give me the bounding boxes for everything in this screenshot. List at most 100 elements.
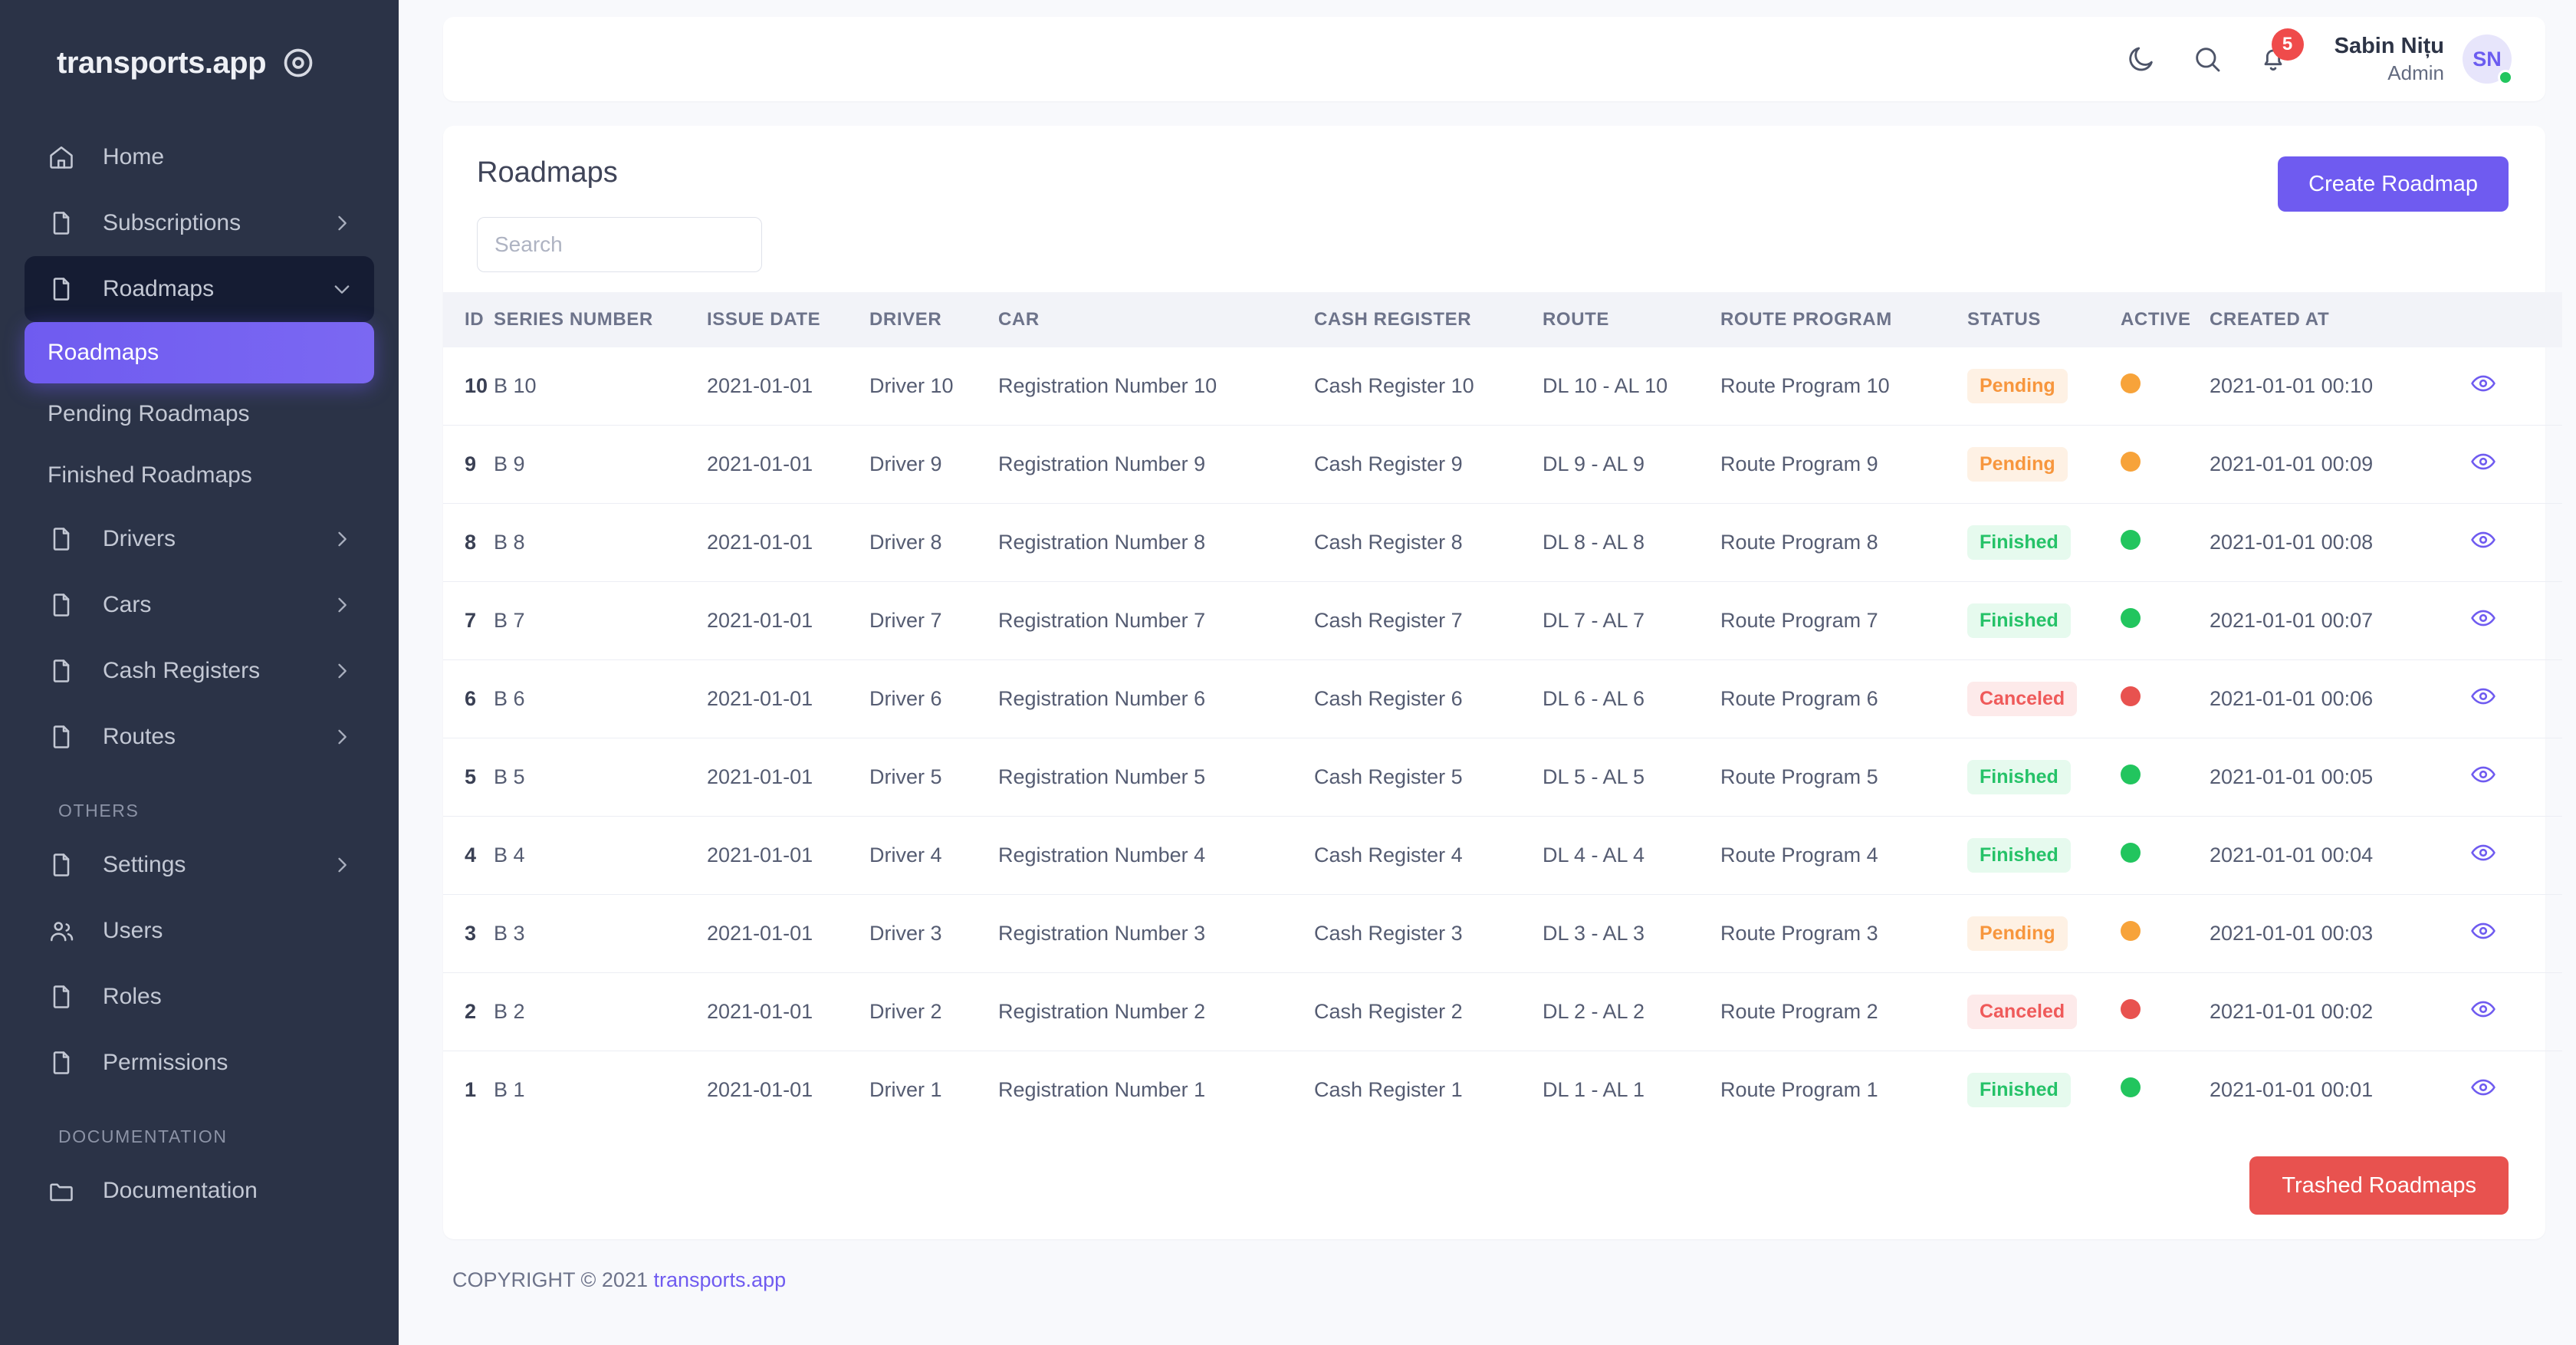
eye-icon[interactable] xyxy=(2470,527,2496,553)
user-name: Sabin Nițu xyxy=(2334,32,2444,61)
sidebar-item-roles[interactable]: Roles xyxy=(25,964,374,1030)
status-badge: Finished xyxy=(1967,760,2071,794)
table-row[interactable]: 2B 22021-01-01Driver 2Registration Numbe… xyxy=(443,973,2562,1051)
user-menu[interactable]: Sabin Nițu Admin SN xyxy=(2334,32,2512,86)
file-icon xyxy=(46,209,77,237)
chevron-right-icon xyxy=(331,528,353,550)
eye-icon[interactable] xyxy=(2470,840,2496,866)
cell-car: Registration Number 8 xyxy=(998,504,1314,582)
sidebar-item-documentation[interactable]: Documentation xyxy=(25,1158,374,1224)
cell-created-at: 2021-01-01 00:05 xyxy=(2210,738,2470,817)
column-header-car: CAR xyxy=(998,292,1314,347)
active-indicator-dot xyxy=(2121,765,2141,784)
table-row[interactable]: 5B 52021-01-01Driver 5Registration Numbe… xyxy=(443,738,2562,817)
sidebar: transports.app HomeSubscriptionsRoadmaps… xyxy=(0,0,399,1345)
create-roadmap-button[interactable]: Create Roadmap xyxy=(2278,156,2509,212)
sidebar-item-home[interactable]: Home xyxy=(25,124,374,190)
cell-cash-register: Cash Register 9 xyxy=(1314,426,1543,504)
sidebar-item-drivers[interactable]: Drivers xyxy=(25,506,374,572)
active-indicator-dot xyxy=(2121,530,2141,550)
column-header-active: ACTIVE xyxy=(2121,292,2210,347)
table-row[interactable]: 9B 92021-01-01Driver 9Registration Numbe… xyxy=(443,426,2562,504)
cell-route-program: Route Program 3 xyxy=(1720,895,1967,973)
eye-icon[interactable] xyxy=(2470,370,2496,396)
cell-actions xyxy=(2470,895,2562,973)
search-input[interactable] xyxy=(477,217,762,272)
table-row[interactable]: 1B 12021-01-01Driver 1Registration Numbe… xyxy=(443,1051,2562,1130)
cell-driver: Driver 10 xyxy=(869,347,998,426)
cell-id: 4 xyxy=(443,817,494,895)
cell-status: Pending xyxy=(1967,426,2121,504)
table-row[interactable]: 10B 102021-01-01Driver 10Registration Nu… xyxy=(443,347,2562,426)
table-row[interactable]: 8B 82021-01-01Driver 8Registration Numbe… xyxy=(443,504,2562,582)
sidebar-item-label: Cash Registers xyxy=(103,658,260,684)
cell-issue-date: 2021-01-01 xyxy=(707,817,869,895)
eye-icon[interactable] xyxy=(2470,1074,2496,1100)
eye-icon[interactable] xyxy=(2470,918,2496,944)
notification-badge: 5 xyxy=(2272,28,2304,61)
cell-series-number: B 4 xyxy=(494,817,707,895)
sidebar-brand[interactable]: transports.app xyxy=(0,0,399,86)
eye-icon[interactable] xyxy=(2470,996,2496,1022)
cell-route-program: Route Program 1 xyxy=(1720,1051,1967,1130)
sidebar-item-label: Routes xyxy=(103,724,176,750)
cell-status: Finished xyxy=(1967,1051,2121,1130)
card-header-left: Roadmaps xyxy=(477,156,762,272)
eye-icon[interactable] xyxy=(2470,761,2496,788)
table-row[interactable]: 6B 62021-01-01Driver 6Registration Numbe… xyxy=(443,660,2562,738)
sidebar-item-users[interactable]: Users xyxy=(25,898,374,964)
eye-icon[interactable] xyxy=(2470,683,2496,709)
avatar[interactable]: SN xyxy=(2463,35,2512,84)
sidebar-item-permissions[interactable]: Permissions xyxy=(25,1030,374,1096)
cell-issue-date: 2021-01-01 xyxy=(707,738,869,817)
column-header-route: ROUTE xyxy=(1543,292,1720,347)
table-row[interactable]: 3B 32021-01-01Driver 3Registration Numbe… xyxy=(443,895,2562,973)
cell-driver: Driver 5 xyxy=(869,738,998,817)
cell-route: DL 10 - AL 10 xyxy=(1543,347,1720,426)
eye-icon[interactable] xyxy=(2470,449,2496,475)
copyright-link[interactable]: transports.app xyxy=(654,1268,787,1291)
main-content: 5 Sabin Nițu Admin SN Roadmaps xyxy=(399,0,2576,1345)
cell-series-number: B 10 xyxy=(494,347,707,426)
sidebar-nav-others: SettingsUsersRolesPermissions xyxy=(0,832,399,1096)
cell-active xyxy=(2121,738,2210,817)
file-icon xyxy=(46,851,77,879)
cell-series-number: B 9 xyxy=(494,426,707,504)
moon-icon[interactable] xyxy=(2123,41,2160,77)
eye-icon[interactable] xyxy=(2470,605,2496,631)
bell-icon[interactable]: 5 xyxy=(2255,41,2292,77)
cell-issue-date: 2021-01-01 xyxy=(707,660,869,738)
active-indicator-dot xyxy=(2121,999,2141,1019)
sidebar-nav: HomeSubscriptionsRoadmapsRoadmapsPending… xyxy=(0,124,399,770)
cell-id: 8 xyxy=(443,504,494,582)
cell-active xyxy=(2121,426,2210,504)
cell-actions xyxy=(2470,426,2562,504)
sidebar-item-roadmaps[interactable]: Roadmaps xyxy=(25,256,374,322)
search-icon[interactable] xyxy=(2189,41,2226,77)
sidebar-item-label: Roadmaps xyxy=(48,340,159,366)
sidebar-item-cash-registers[interactable]: Cash Registers xyxy=(25,638,374,704)
active-indicator-dot xyxy=(2121,373,2141,393)
sidebar-item-subscriptions[interactable]: Subscriptions xyxy=(25,190,374,256)
cell-series-number: B 2 xyxy=(494,973,707,1051)
cell-route: DL 8 - AL 8 xyxy=(1543,504,1720,582)
column-header-cash-register: CASH REGISTER xyxy=(1314,292,1543,347)
sidebar-item-finished-roadmaps[interactable]: Finished Roadmaps xyxy=(25,445,374,506)
table-row[interactable]: 7B 72021-01-01Driver 7Registration Numbe… xyxy=(443,582,2562,660)
sidebar-item-roadmaps[interactable]: Roadmaps xyxy=(25,322,374,383)
sidebar-item-cars[interactable]: Cars xyxy=(25,572,374,638)
cell-route: DL 6 - AL 6 xyxy=(1543,660,1720,738)
active-indicator-dot xyxy=(2121,452,2141,472)
sidebar-item-settings[interactable]: Settings xyxy=(25,832,374,898)
cell-series-number: B 5 xyxy=(494,738,707,817)
trashed-roadmaps-button[interactable]: Trashed Roadmaps xyxy=(2249,1156,2509,1215)
avatar-initials: SN xyxy=(2472,48,2502,71)
cell-created-at: 2021-01-01 00:07 xyxy=(2210,582,2470,660)
card-footer: Trashed Roadmaps xyxy=(443,1129,2545,1221)
sidebar-item-pending-roadmaps[interactable]: Pending Roadmaps xyxy=(25,383,374,445)
cell-car: Registration Number 4 xyxy=(998,817,1314,895)
cell-id: 7 xyxy=(443,582,494,660)
sidebar-item-routes[interactable]: Routes xyxy=(25,704,374,770)
table-row[interactable]: 4B 42021-01-01Driver 4Registration Numbe… xyxy=(443,817,2562,895)
cell-series-number: B 7 xyxy=(494,582,707,660)
